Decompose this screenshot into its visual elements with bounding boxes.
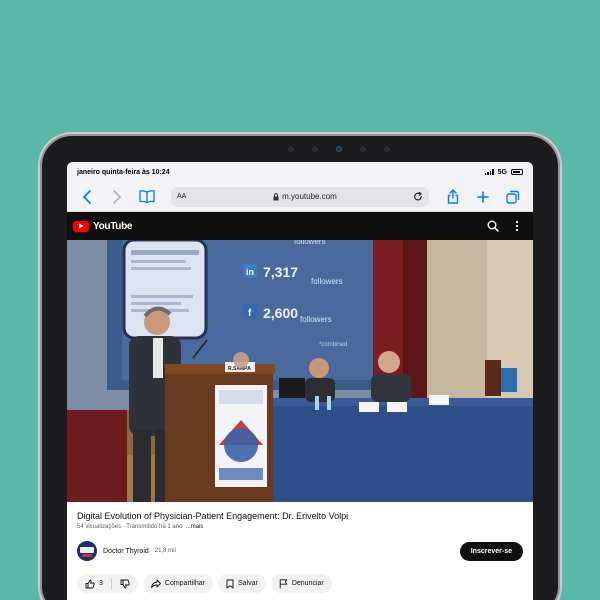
bookmark-icon [226, 579, 234, 588]
share-pill-button[interactable]: Compartilhar [142, 574, 213, 593]
video-player[interactable]: in f followers 7,317 followers 2,600 fol… [67, 240, 533, 502]
lock-icon [273, 192, 279, 200]
text-size-button[interactable]: AA [177, 193, 197, 200]
tabs-button[interactable] [501, 185, 525, 209]
video-info: Digital Evolution of Physician-Patient E… [67, 502, 533, 600]
browser-toolbar: AA m.youtube.com [67, 182, 533, 212]
forward-button[interactable] [105, 185, 129, 209]
new-tab-icon [477, 190, 489, 203]
slide-footer: *combined [319, 342, 347, 348]
flag-icon [279, 578, 288, 588]
battery-icon [511, 169, 523, 175]
back-button[interactable] [75, 185, 99, 209]
video-frame: in f followers 7,317 followers 2,600 fol… [67, 240, 533, 502]
status-bar: janeiro quinta-feira às 10:24 5G [67, 162, 533, 182]
new-tab-button[interactable] [471, 185, 495, 209]
search-button[interactable] [483, 216, 503, 236]
reload-icon[interactable] [413, 191, 423, 202]
more-description-link[interactable]: ...mais [186, 524, 204, 530]
view-count: 54 visualizações [77, 524, 122, 530]
cellular-signal-icon [484, 169, 494, 175]
thumbs-up-icon[interactable] [85, 579, 95, 589]
streamed-time: Transmitido há 1 ano [126, 524, 183, 530]
report-pill-button[interactable]: Denunciar [270, 574, 332, 593]
more-options-button[interactable] [507, 216, 527, 236]
channel-name[interactable]: Doctor Thyroid [103, 548, 149, 555]
search-icon [487, 220, 499, 232]
channel-avatar[interactable] [77, 541, 97, 561]
screen: janeiro quinta-feira às 10:24 5G AA m.yo… [67, 162, 533, 600]
save-label: Salvar [237, 580, 258, 587]
like-count[interactable]: 3 [99, 580, 103, 587]
subscribe-button[interactable]: Inscrever-se [459, 541, 523, 561]
youtube-header: YouTube [67, 212, 533, 240]
subscriber-count: 21,8 mil [154, 548, 176, 554]
like-dislike-pill: 3 [77, 574, 138, 593]
save-pill-button[interactable]: Salvar [217, 574, 266, 593]
status-time: janeiro quinta-feira às 10:24 [77, 168, 170, 176]
url-text: m.youtube.com [282, 192, 337, 201]
address-bar[interactable]: AA m.youtube.com [171, 186, 429, 207]
ipad-frame: janeiro quinta-feira às 10:24 5G AA m.yo… [42, 136, 558, 600]
channel-logo-icon [80, 547, 94, 557]
bookmarks-button[interactable] [135, 185, 159, 209]
report-label: Denunciar [291, 580, 324, 587]
more-vert-icon [515, 220, 519, 232]
linkedin-count: 7,317 [263, 264, 298, 280]
bookmarks-icon [139, 190, 155, 203]
front-camera-icon [336, 146, 342, 152]
share-label: Compartilhar [164, 580, 205, 587]
tabs-icon [506, 190, 520, 204]
actions-row: 3 Compartilhar Salvar Denunciar [77, 574, 523, 593]
camera-bar [288, 146, 390, 152]
youtube-logo-icon[interactable] [73, 220, 89, 232]
forward-icon [113, 189, 121, 204]
channel-row: Doctor Thyroid 21,8 mil Inscrever-se [77, 540, 523, 562]
pill-divider [110, 578, 112, 589]
facebook-count: 2,600 [263, 305, 298, 321]
thumbs-down-icon[interactable] [120, 579, 130, 589]
linkedin-badge-text: in [246, 267, 254, 277]
facebook-followers-label: followers [300, 315, 332, 324]
share-arrow-icon [150, 579, 161, 588]
back-icon [83, 189, 91, 204]
linkedin-followers-label: followers [311, 277, 343, 286]
slide-top-word: followers [294, 240, 326, 246]
share-button[interactable] [441, 185, 465, 209]
youtube-logo-text[interactable]: YouTube [93, 221, 133, 232]
video-meta[interactable]: 54 visualizações · Transmitido há 1 ano … [77, 524, 523, 530]
share-icon [447, 189, 459, 204]
network-type: 5G [497, 168, 507, 176]
video-title[interactable]: Digital Evolution of Physician-Patient E… [77, 510, 523, 522]
